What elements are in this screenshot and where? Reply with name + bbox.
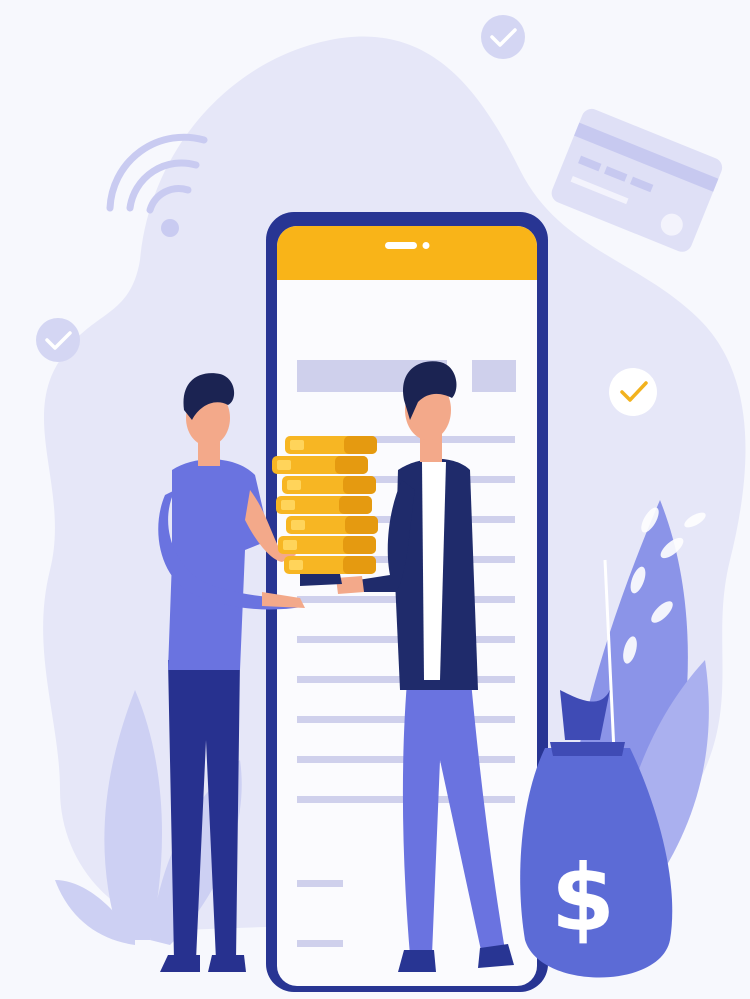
check-icon <box>609 368 657 416</box>
check-icon <box>36 318 80 362</box>
credit-card-icon <box>551 108 723 252</box>
dollar-sign: $ <box>551 845 615 952</box>
check-icon <box>481 15 525 59</box>
illustration-canvas: $ <box>36 15 746 992</box>
coin-stack-icon <box>272 436 378 574</box>
